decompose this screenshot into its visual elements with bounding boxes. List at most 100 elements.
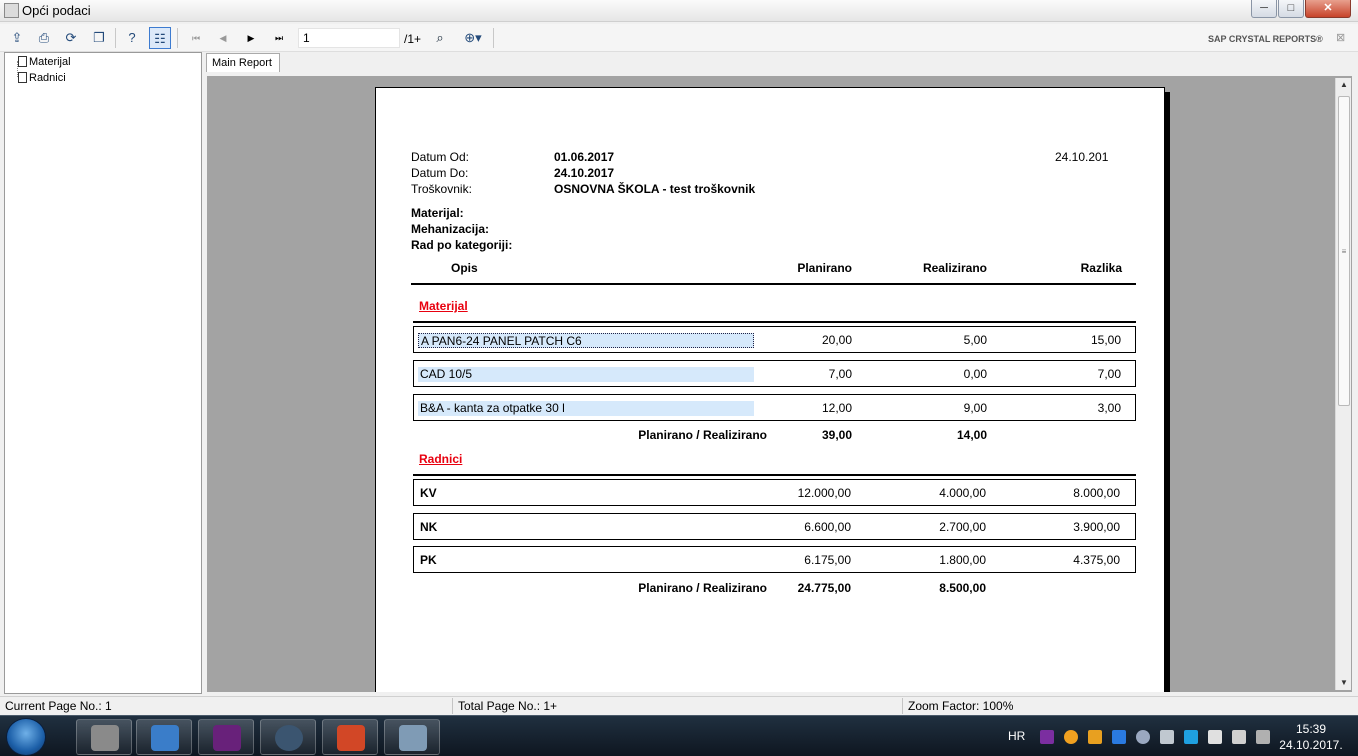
row-planirano: 6.175,00: [804, 553, 851, 567]
taskbar-app-4[interactable]: [260, 719, 316, 755]
row-realizirano: 2.700,00: [939, 520, 986, 534]
last-page-icon[interactable]: ⏭: [268, 27, 290, 49]
maximize-button[interactable]: □: [1278, 0, 1304, 18]
clock-date: 24.10.2017.: [1279, 738, 1343, 752]
column-header-planirano: Planirano: [797, 261, 852, 275]
window-title: Opći podaci: [22, 3, 91, 18]
table-row: A PAN6-24 PANEL PATCH C6 20,00 5,00 15,0…: [413, 326, 1136, 353]
onenote-icon[interactable]: [1040, 730, 1054, 744]
row-razlika: 4.375,00: [1073, 553, 1120, 567]
toolbar-divider: [493, 28, 494, 48]
row-name[interactable]: PK: [418, 553, 754, 568]
column-header-opis: Opis: [451, 261, 478, 275]
row-planirano: 7,00: [828, 367, 852, 381]
status-zoom: Zoom Factor: 100%: [908, 699, 1014, 713]
first-page-icon[interactable]: ⏮: [185, 27, 207, 49]
report-viewer: Datum Od: Datum Do: Troškovnik: 01.06.20…: [207, 76, 1352, 692]
row-name[interactable]: KV: [418, 486, 754, 501]
tray-orange-icon[interactable]: [1064, 730, 1078, 744]
row-razlika: 8.000,00: [1073, 486, 1120, 500]
datum-do-label: Datum Do:: [411, 166, 469, 180]
tray-globe-icon[interactable]: [1136, 730, 1150, 744]
skype-icon[interactable]: [1184, 730, 1198, 744]
row-realizirano: 1.800,00: [939, 553, 986, 567]
row-razlika: 3,00: [1097, 401, 1121, 415]
tray-display-icon[interactable]: [1160, 730, 1174, 744]
group-tree-panel: Materijal Radnici: [4, 52, 202, 694]
row-name[interactable]: A PAN6-24 PANEL PATCH C6: [418, 333, 754, 348]
vertical-scrollbar[interactable]: ▲ ≡ ▼: [1335, 78, 1351, 690]
row-realizirano: 5,00: [963, 333, 987, 347]
document-icon: [18, 72, 27, 83]
section-total-label: Planirano / Realizirano: [638, 428, 767, 442]
language-indicator[interactable]: HR: [1008, 729, 1025, 743]
row-realizirano: 9,00: [963, 401, 987, 415]
clock-time: 15:39: [1295, 722, 1327, 736]
section-rule: [413, 474, 1136, 476]
close-viewer-icon[interactable]: ⊠: [1336, 31, 1345, 44]
toolbar-divider: [115, 28, 116, 48]
minimize-button[interactable]: ─: [1251, 0, 1277, 18]
next-page-icon[interactable]: ▶: [240, 27, 262, 49]
application-window: Opći podaci ─ □ ✕ ⇪ ⎙ ⟳ ❐ ? ☷ ⏮ ◀ ▶ ⏭ 1 …: [0, 0, 1358, 715]
row-planirano: 20,00: [821, 333, 852, 347]
rad-po-kategoriji-heading: Rad po kategoriji:: [411, 238, 513, 252]
row-planirano: 6.600,00: [804, 520, 851, 534]
datum-od-value: 01.06.2017: [554, 150, 615, 164]
tab-main-report[interactable]: Main Report: [206, 53, 280, 72]
taskbar-app-6[interactable]: [384, 719, 440, 755]
taskbar-app-1[interactable]: [76, 719, 132, 755]
app-installer-icon: [399, 725, 427, 751]
row-name[interactable]: B&A - kanta za otpatke 30 l: [418, 401, 754, 416]
close-button[interactable]: ✕: [1305, 0, 1351, 18]
powerpoint-icon: [337, 725, 365, 751]
zoom-dropdown-icon[interactable]: ⊕▾: [458, 27, 488, 49]
row-realizirano: 0,00: [963, 367, 987, 381]
troskovnik-value: OSNOVNA ŠKOLA - test troškovnik: [554, 182, 756, 196]
find-binoculars-icon[interactable]: ⌕: [429, 27, 451, 49]
section-total-realizirano: 8.500,00: [939, 581, 986, 595]
scroll-down-icon[interactable]: ▼: [1336, 676, 1352, 690]
table-row: KV 12.000,00 4.000,00 8.000,00: [413, 479, 1136, 506]
copy-icon[interactable]: ❐: [88, 27, 110, 49]
start-button[interactable]: [6, 718, 46, 756]
toolbar-divider: [177, 28, 178, 48]
action-center-flag-icon[interactable]: [1208, 730, 1222, 744]
row-name[interactable]: CAD 10/5: [418, 367, 754, 382]
taskbar-app-2[interactable]: [136, 719, 192, 755]
taskbar-visual-studio[interactable]: [198, 719, 254, 755]
refresh-icon[interactable]: ⟳: [60, 27, 82, 49]
volume-icon[interactable]: [1232, 730, 1246, 744]
dropbox-icon[interactable]: [1112, 730, 1126, 744]
tree-item-label: Radnici: [29, 72, 66, 84]
export-icon[interactable]: ⇪: [6, 27, 28, 49]
section-title-materijal[interactable]: Materijal: [419, 299, 468, 313]
toggle-group-tree-icon[interactable]: ☷: [149, 27, 171, 49]
mehanizacija-heading: Mehanizacija:: [411, 222, 490, 236]
scroll-up-icon[interactable]: ▲: [1336, 78, 1352, 92]
crystal-reports-brand: SAP CRYSTAL REPORTS®: [1208, 34, 1323, 44]
tree-item-materijal[interactable]: Materijal: [18, 56, 71, 70]
previous-page-icon[interactable]: ◀: [212, 27, 234, 49]
status-bar: Current Page No.: 1 Total Page No.: 1+ Z…: [0, 696, 1358, 715]
row-realizirano: 4.000,00: [939, 486, 986, 500]
print-icon[interactable]: ⎙: [33, 27, 55, 49]
page-number-input[interactable]: 1: [298, 28, 400, 48]
taskbar: HR 15:39 24.10.2017.: [0, 715, 1358, 756]
power-icon[interactable]: [1256, 730, 1270, 744]
report-toolbar: ⇪ ⎙ ⟳ ❐ ? ☷ ⏮ ◀ ▶ ⏭ 1 /1+ ⌕ ⊕▾ SAP CRYST…: [0, 24, 1358, 52]
datum-od-label: Datum Od:: [411, 150, 470, 164]
visual-studio-icon: [213, 725, 241, 751]
taskbar-clock[interactable]: 15:39 24.10.2017.: [1278, 721, 1344, 753]
row-planirano: 12,00: [821, 401, 852, 415]
tree-item-radnici[interactable]: Radnici: [18, 72, 66, 86]
section-title-radnici[interactable]: Radnici: [419, 452, 462, 466]
table-row: NK 6.600,00 2.700,00 3.900,00: [413, 513, 1136, 540]
tray-folder-icon[interactable]: [1088, 730, 1102, 744]
page-total-label: /1+: [404, 32, 422, 46]
scroll-thumb[interactable]: ≡: [1338, 96, 1350, 406]
help-icon[interactable]: ?: [121, 27, 143, 49]
taskbar-powerpoint[interactable]: [322, 719, 378, 755]
troskovnik-label: Troškovnik:: [411, 182, 472, 196]
row-name[interactable]: NK: [418, 520, 754, 535]
